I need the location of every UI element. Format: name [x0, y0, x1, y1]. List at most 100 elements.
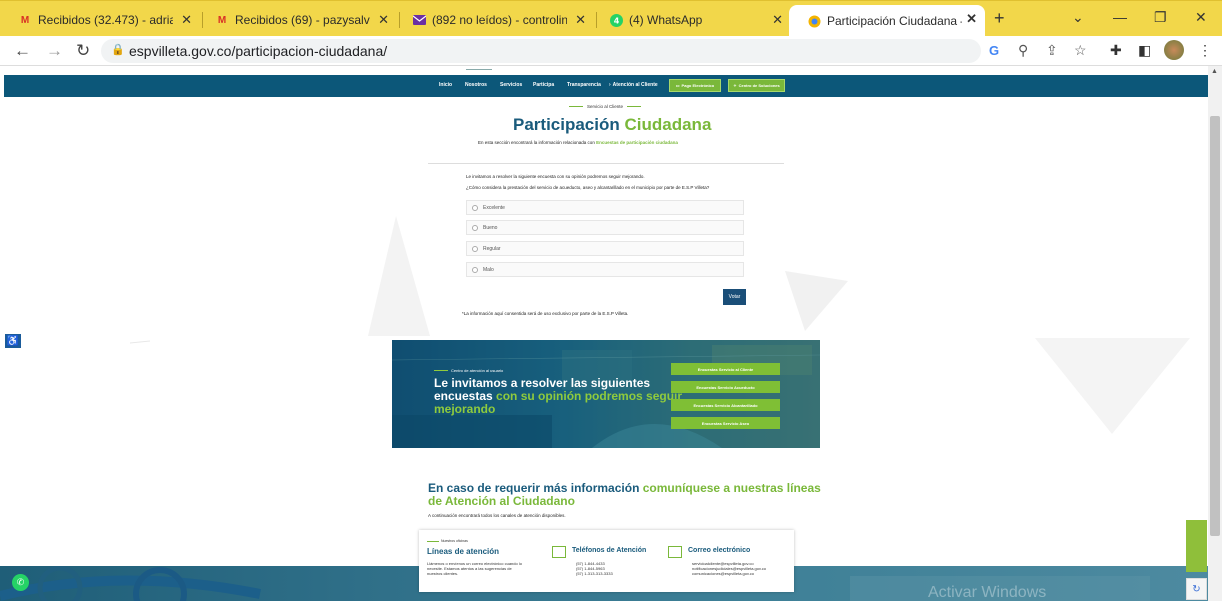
subtitle-link[interactable]: Encuestas de participación ciudadana	[596, 140, 678, 145]
option-label: Regular	[483, 246, 501, 252]
scrollbar-thumb[interactable]	[1210, 116, 1220, 536]
survey-sewer-button[interactable]: Encuestas Servicio Alcantarillado	[671, 399, 780, 411]
side-panel-icon[interactable]: ◧	[1138, 42, 1151, 59]
site-logo[interactable]	[466, 66, 492, 70]
phone-number[interactable]: (57) 1-313-313-3333	[576, 571, 613, 576]
subtitle-text: En esta sección encontrará la informació…	[478, 140, 595, 145]
forward-icon[interactable]: →	[46, 41, 63, 61]
phone-icon	[552, 546, 566, 558]
background-shapes	[129, 216, 1190, 434]
lines-description: Llámenos o envíenos un correo electrónic…	[427, 561, 522, 576]
url-text[interactable]: espvilleta.gov.co/participacion-ciudadan…	[129, 43, 387, 59]
nav-item-participa[interactable]: Participa	[533, 82, 554, 88]
survey-customer-button[interactable]: Encuestas Servicio al Cliente	[671, 363, 780, 375]
close-window-icon[interactable]: ✕	[1195, 9, 1207, 26]
tab-search-icon[interactable]: ⌄	[1072, 9, 1084, 26]
button-label: Pago Electrónico	[681, 83, 715, 88]
side-widget-tab[interactable]	[1186, 520, 1207, 572]
zoom-icon[interactable]: ⚲	[1018, 42, 1028, 59]
tab-label: (4) WhatsApp	[629, 13, 703, 27]
info-description: A continuación encontrará todos los cana…	[428, 513, 566, 518]
browser-tab-bar: M Recibidos (32.473) - adrianag ✕ M Reci…	[0, 0, 1222, 37]
phones-list: (57) 1-844-4433 (57) 1-844-5963 (57) 1-313…	[576, 561, 613, 576]
emails-list: servicioalcliente@espvilleta.gov.co notif…	[692, 561, 766, 576]
email-title: Correo electrónico	[688, 547, 751, 554]
restore-icon[interactable]: ❐	[1154, 9, 1167, 26]
nav-item-transparencia[interactable]: Transparencia	[567, 82, 601, 88]
banner-text: encuestas	[434, 389, 493, 403]
survey-option-bueno[interactable]: Bueno	[466, 220, 744, 235]
survey-option-malo[interactable]: Malo	[466, 262, 744, 277]
site-favicon-icon	[807, 14, 821, 28]
tab-label: (892 no leídos) - controlinter	[432, 13, 567, 27]
tab-label: Recibidos (69) - pazysalvo@	[235, 13, 370, 27]
vote-button[interactable]: Votar	[723, 289, 746, 305]
share-icon[interactable]: ⇪	[1046, 42, 1058, 59]
card-icon: ▭	[675, 83, 680, 88]
survey-disclaimer: *La información aquí consentida será de …	[462, 311, 629, 316]
browser-toolbar: ← → ↻ 🔒 espvilleta.gov.co/participacion-…	[0, 36, 1222, 66]
survey-option-excelente[interactable]: Excelente	[466, 200, 744, 215]
info-accent: de Atención al Ciudadano	[428, 494, 575, 508]
nav-item-servicios[interactable]: Servicios	[500, 82, 522, 88]
phones-title: Teléfonos de Atención	[572, 547, 647, 554]
browser-tab[interactable]: M Recibidos (32.473) - adrianag ✕	[0, 6, 200, 34]
banner-accent: con su opinión podremos seguir	[496, 389, 683, 403]
browser-tab[interactable]: (892 no leídos) - controlinter ✕	[394, 6, 594, 34]
close-tab-icon[interactable]: ✕	[575, 12, 586, 28]
page-subtitle: En esta sección encontrará la informació…	[478, 140, 678, 145]
back-icon[interactable]: ←	[14, 41, 31, 61]
email-icon	[668, 546, 682, 558]
info-text: En caso de requerir más información	[428, 481, 640, 495]
google-icon[interactable]: G	[989, 43, 999, 58]
radio-button[interactable]	[472, 205, 478, 211]
scroll-up-icon[interactable]: ▲	[1211, 68, 1218, 75]
reload-icon[interactable]: ↻	[76, 41, 90, 61]
survey-intro: Le invitamos a resolver la siguiente enc…	[466, 174, 645, 179]
email-address[interactable]: comunicaciones@espvilleta.gov.co	[692, 571, 754, 576]
browser-tab[interactable]: M Recibidos (69) - pazysalvo@ ✕	[197, 6, 397, 34]
close-tab-icon[interactable]: ✕	[966, 11, 977, 27]
radio-button[interactable]	[472, 225, 478, 231]
page-scrollbar[interactable]: ▲	[1208, 66, 1222, 601]
profile-avatar[interactable]	[1164, 40, 1184, 60]
button-label: Centro de Soluciones	[738, 83, 780, 88]
close-tab-icon[interactable]: ✕	[181, 12, 192, 28]
info-heading: En caso de requerir más información comu…	[428, 482, 821, 508]
info-accent: comuníquese a nuestras líneas	[642, 481, 821, 495]
minimize-icon[interactable]: —	[1113, 9, 1127, 25]
accessibility-icon[interactable]: ♿	[5, 334, 21, 348]
nav-item-nosotros[interactable]: Nosotros	[465, 82, 487, 88]
nav-item-label: Atención al Cliente	[612, 82, 658, 88]
gmail-icon: M	[217, 14, 227, 26]
title-accent: Ciudadana	[624, 115, 712, 134]
lock-icon[interactable]: 🔒	[111, 43, 125, 56]
survey-water-button[interactable]: Encuestas Servicio Acueducto	[671, 381, 780, 393]
main-navigation: Inicio Nosotros Servicios Participa Tran…	[4, 75, 1208, 97]
survey-banner: Centro de atención al usuario Le invitam…	[392, 340, 820, 448]
nav-item-atencion[interactable]: › Atención al Cliente	[609, 82, 658, 88]
nav-item-inicio[interactable]: Inicio	[439, 82, 452, 88]
centro-soluciones-button[interactable]: ✧ Centro de Soluciones	[728, 79, 785, 92]
recaptcha-icon[interactable]: ↻	[1186, 578, 1207, 600]
eyebrow-text: Nuestros oficinas	[441, 539, 468, 543]
pago-electronico-button[interactable]: ▭ Pago Electrónico	[669, 79, 721, 92]
whatsapp-chat-icon[interactable]: ✆	[12, 574, 29, 591]
browser-tab[interactable]: 4 (4) WhatsApp ✕	[591, 6, 791, 34]
browser-tab-active[interactable]: Participación Ciudadana – E.S ✕	[789, 5, 985, 37]
tools-icon: ✧	[733, 83, 737, 88]
lines-title: Líneas de atención	[427, 547, 500, 556]
close-tab-icon[interactable]: ✕	[378, 12, 389, 28]
bookmark-star-icon[interactable]: ☆	[1074, 42, 1087, 59]
new-tab-icon[interactable]: +	[994, 8, 1005, 29]
radio-button[interactable]	[472, 267, 478, 273]
address-bar[interactable]: 🔒 espvilleta.gov.co/participacion-ciudad…	[101, 39, 999, 63]
radio-button[interactable]	[472, 246, 478, 252]
survey-cleaning-button[interactable]: Encuestas Servicio Aseo	[671, 417, 780, 429]
tab-label: Recibidos (32.473) - adrianag	[38, 13, 173, 27]
close-tab-icon[interactable]: ✕	[772, 12, 783, 28]
title-part: Participación	[513, 115, 620, 134]
extensions-icon[interactable]: ✚	[1110, 42, 1122, 59]
survey-option-regular[interactable]: Regular	[466, 241, 744, 256]
menu-icon[interactable]: ⋮	[1198, 42, 1212, 59]
